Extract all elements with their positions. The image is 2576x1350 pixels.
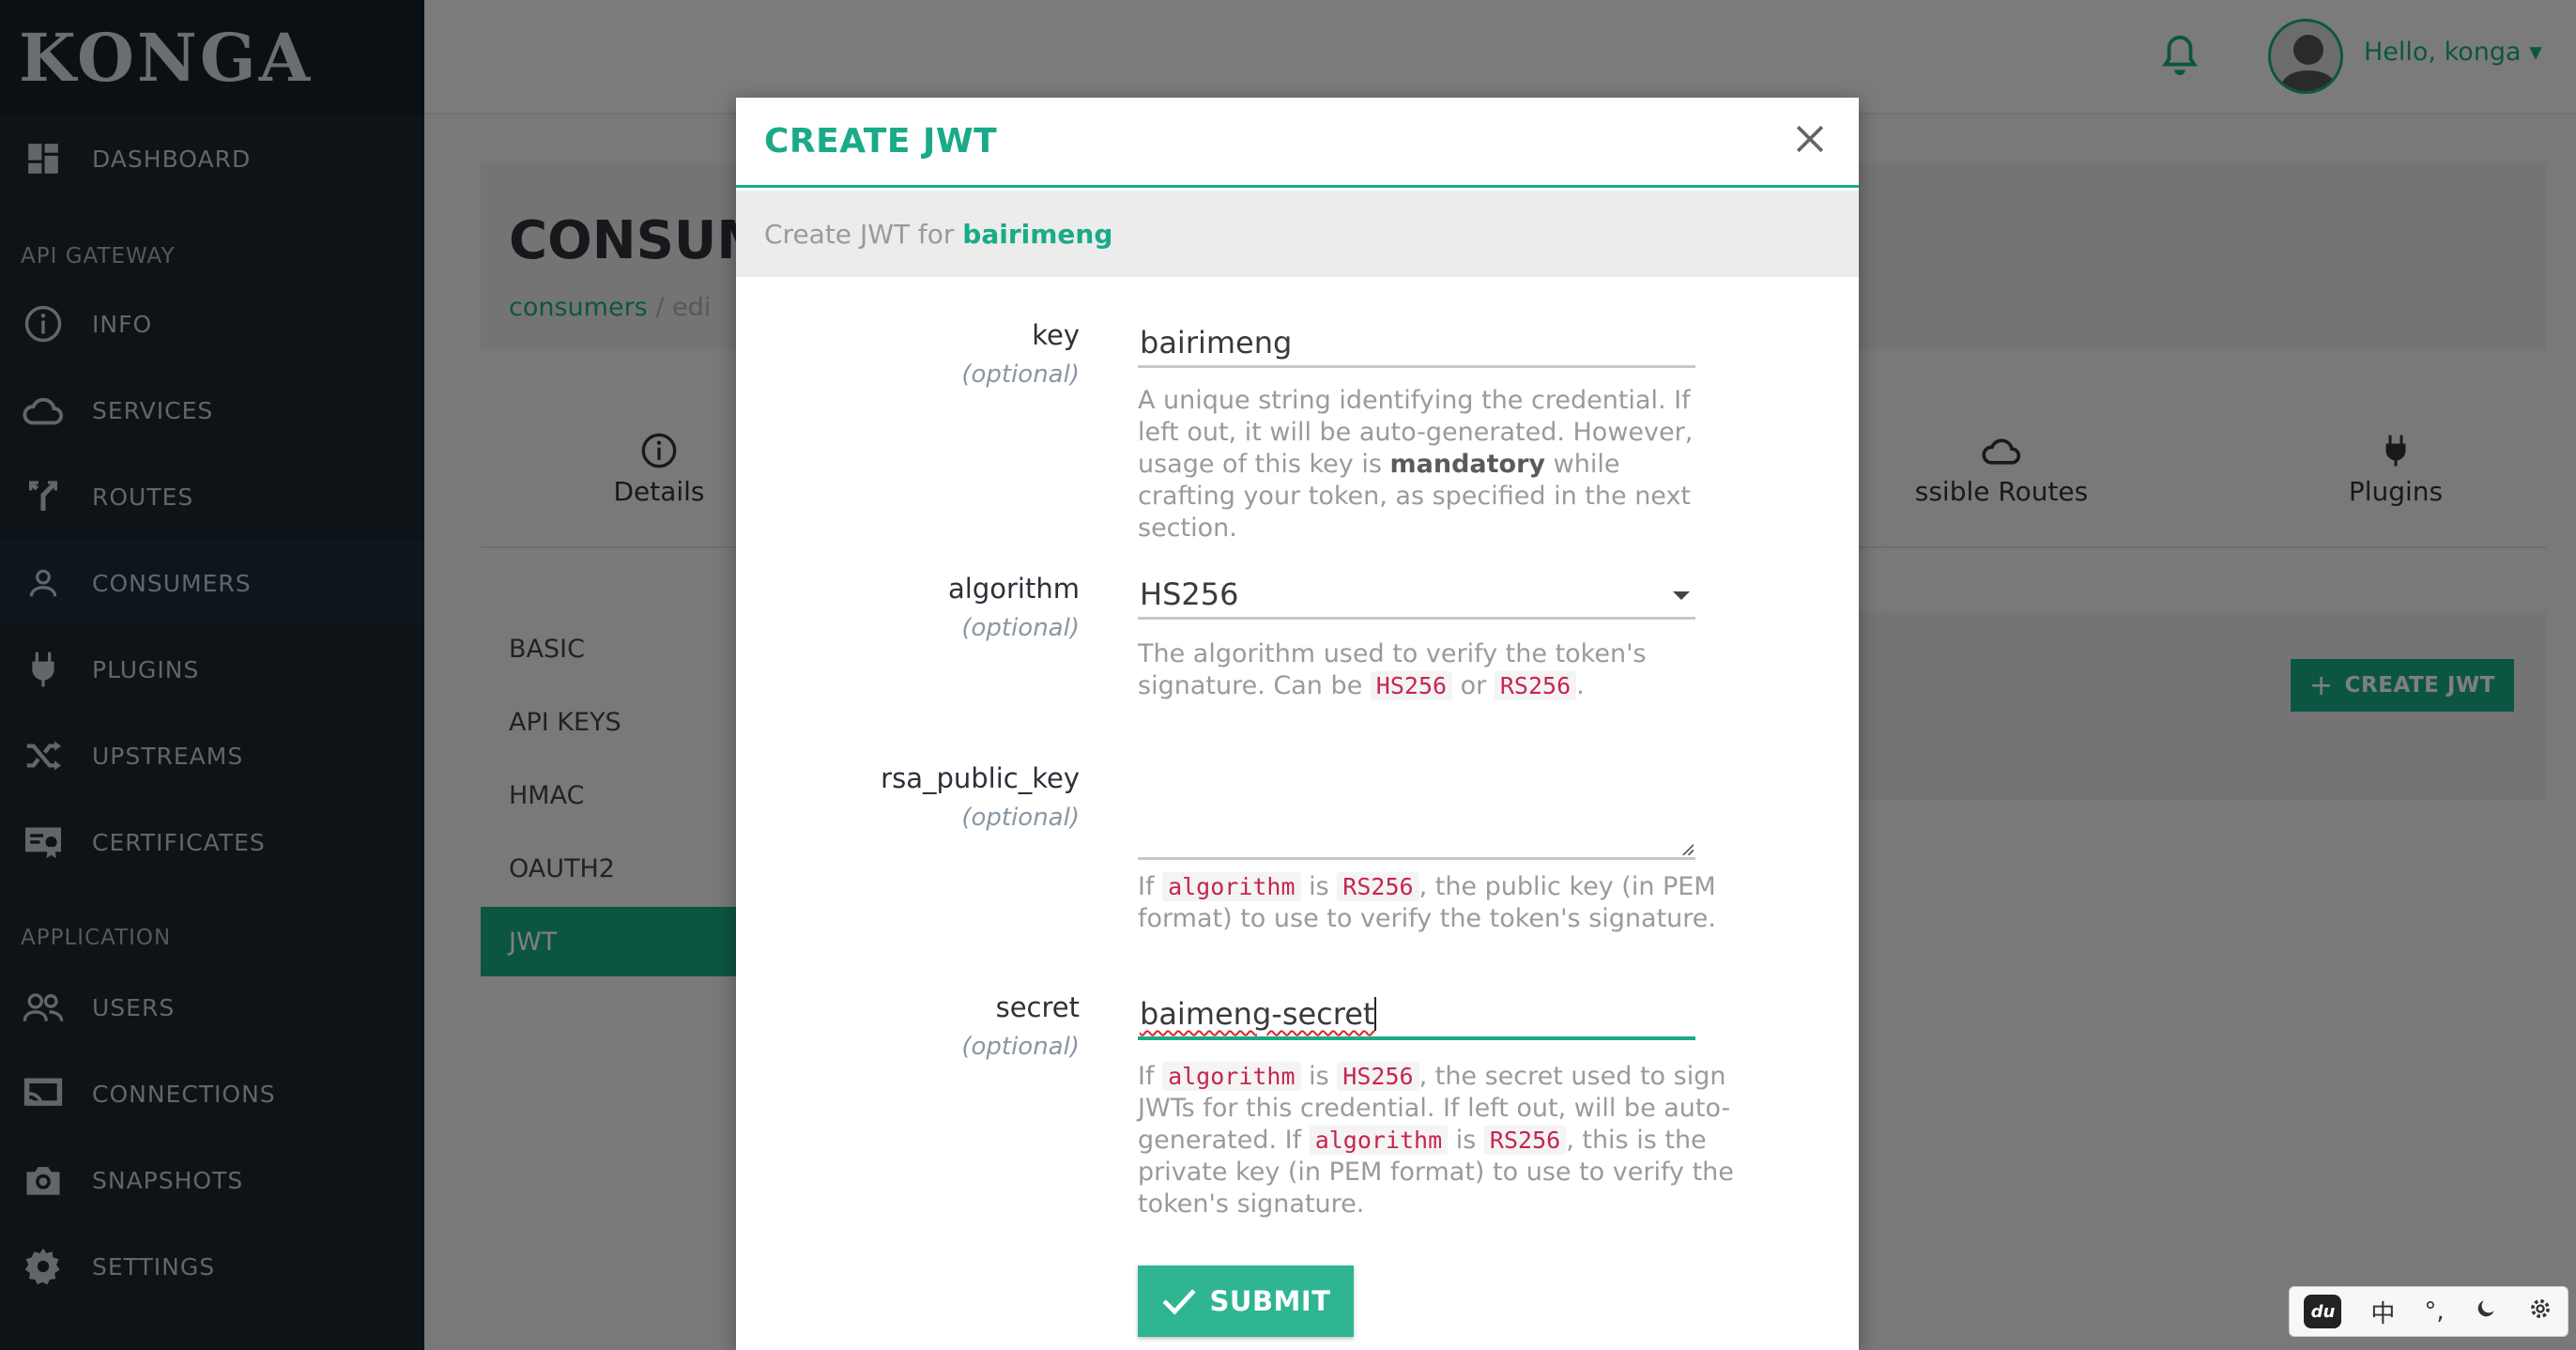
algorithm-optional: (optional) (961, 614, 1080, 642)
submit-label: SUBMIT (1209, 1285, 1331, 1317)
key-optional: (optional) (961, 361, 1080, 389)
key-help: A unique string identifying the credenti… (1138, 386, 1694, 543)
modal-header: CREATE JWT (736, 98, 1859, 188)
resize-handle-icon (1682, 844, 1694, 855)
key-label: key (1032, 319, 1080, 351)
subtitle-prefix: Create JWT for (764, 219, 955, 250)
secret-help: If algorithm is HS256, the secret used t… (1138, 1062, 1734, 1219)
baidu-ime-icon[interactable]: du (2304, 1295, 2342, 1328)
ime-toolbar: du 中 °, (2289, 1286, 2568, 1337)
secret-label: secret (995, 991, 1080, 1023)
ime-language-toggle[interactable]: 中 (2370, 1295, 2395, 1329)
modal-title: CREATE JWT (764, 122, 998, 161)
submit-button[interactable]: SUBMIT (1138, 1266, 1354, 1337)
text-cursor (1374, 997, 1377, 1031)
key-input[interactable]: bairimeng (1138, 319, 1695, 368)
caret-down-icon (1673, 591, 1690, 600)
modal-subtitle: Create JWT for bairimeng (764, 219, 1112, 250)
secret-value: baimeng-secret (1140, 996, 1375, 1032)
secret-input[interactable]: baimeng-secret (1138, 991, 1695, 1040)
rsa-public-key-help: If algorithm is RS256, the public key (i… (1138, 872, 1716, 933)
rsa-public-key-textarea[interactable] (1138, 749, 1695, 860)
close-icon[interactable] (1789, 118, 1831, 160)
algorithm-value: HS256 (1140, 575, 1239, 612)
secret-optional: (optional) (961, 1033, 1080, 1061)
rsa-public-key-label: rsa_public_key (881, 762, 1080, 794)
modal-subtitle-bar: Create JWT for bairimeng (736, 191, 1859, 277)
check-icon (1162, 1289, 1196, 1315)
algorithm-label: algorithm (948, 573, 1080, 605)
moon-icon[interactable] (2474, 1296, 2498, 1327)
gear-icon[interactable] (2527, 1296, 2553, 1328)
key-value: bairimeng (1140, 324, 1293, 361)
ime-punctuation-toggle[interactable]: °, (2424, 1297, 2444, 1326)
algorithm-select[interactable]: HS256 (1138, 571, 1695, 620)
rsa-public-key-optional: (optional) (961, 804, 1080, 832)
consumer-name: bairimeng (962, 219, 1113, 250)
algorithm-help: The algorithm used to verify the token's… (1138, 639, 1647, 700)
create-jwt-modal: CREATE JWT Create JWT for bairimeng key … (736, 98, 1859, 1350)
